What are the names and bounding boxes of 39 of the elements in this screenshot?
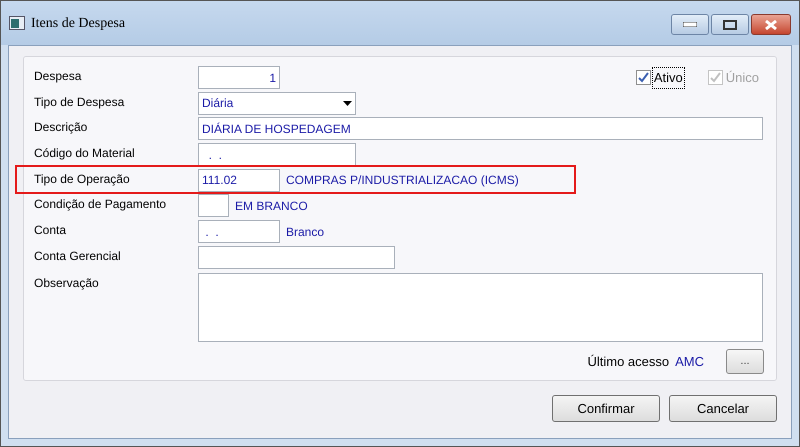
dropdown[interactable]: Diária (198, 92, 356, 115)
input-field[interactable] (198, 246, 395, 269)
field-label: Conta Gerencial (34, 248, 122, 265)
checkmark-icon (638, 72, 649, 84)
field-description: COMPRAS P/INDUSTRIALIZACAO (ICMS) (286, 172, 519, 190)
caret-icon (343, 100, 352, 106)
field-label: Tipo de Operação (34, 170, 131, 188)
field-description: Branco (286, 224, 324, 241)
window-icon (9, 16, 25, 30)
input-field[interactable]: . . (198, 220, 280, 244)
field-label: Observação (34, 274, 100, 292)
last-access-label: Último acesso (587, 352, 670, 371)
window-title: Itens de Despesa (31, 14, 126, 32)
field-label: Código do Material (34, 145, 136, 162)
field-label: Descrição (34, 119, 88, 136)
dialog-button[interactable]: Cancelar (669, 395, 777, 422)
field-label: Condição de Pagamento (34, 196, 168, 214)
field-label: Tipo de Despesa (34, 94, 126, 111)
checkbox-label: Único (724, 69, 760, 87)
minimize-button[interactable] (671, 14, 709, 35)
input-field[interactable]: 111.02 (198, 168, 280, 192)
maximize-icon (723, 20, 737, 30)
close-button[interactable] (751, 14, 791, 35)
dialog-button[interactable]: Confirmar (552, 395, 660, 422)
last-access-value: AMC (675, 352, 704, 371)
field-label: Despesa (34, 68, 82, 85)
field-label: Conta (34, 222, 68, 240)
input-field[interactable]: . . (198, 143, 356, 166)
field-description: EM BRANCO (235, 198, 308, 215)
close-icon (764, 20, 778, 30)
input-field[interactable]: DIÁRIA DE HOSPEDAGEM (198, 117, 763, 140)
input-field[interactable] (198, 194, 229, 218)
input-field[interactable]: 1 (198, 66, 280, 89)
checkbox[interactable] (636, 70, 651, 86)
browse-button[interactable]: ... (726, 349, 764, 374)
maximize-button[interactable] (711, 14, 749, 35)
checkbox-label: Ativo (652, 68, 684, 88)
checkmark-icon (710, 72, 721, 84)
minimize-icon (683, 22, 697, 27)
